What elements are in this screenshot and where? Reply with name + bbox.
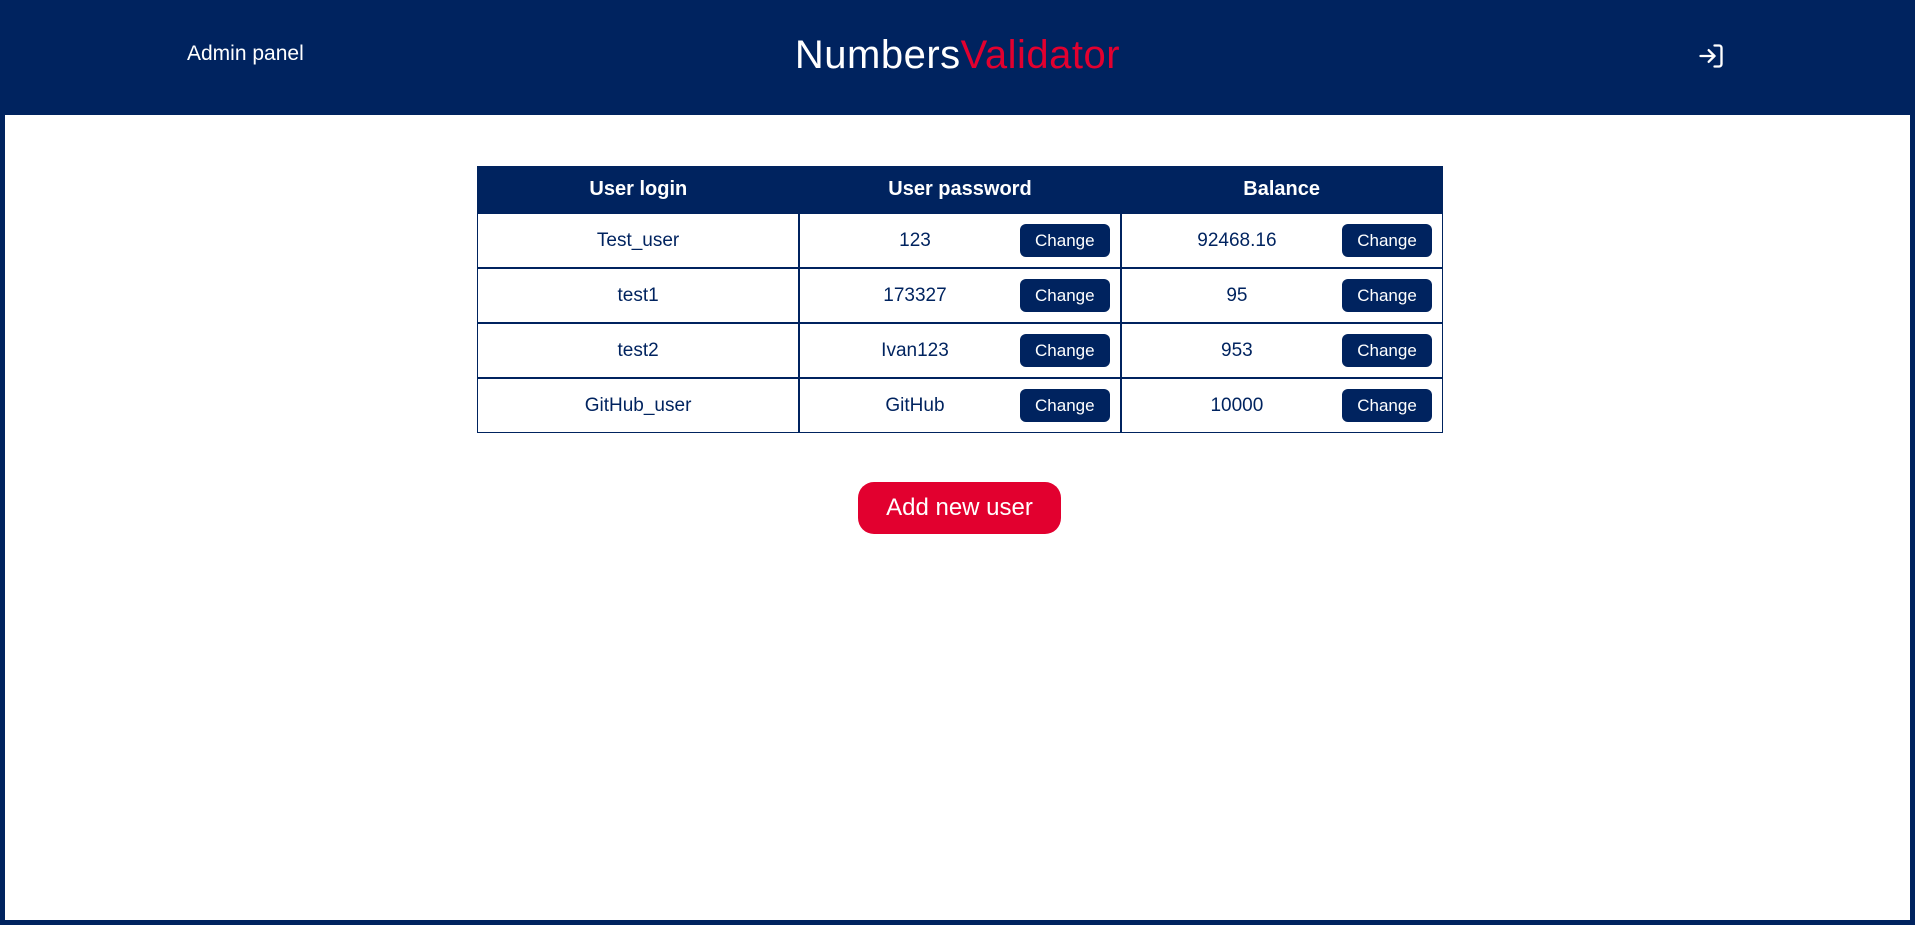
add-new-user-button[interactable]: Add new user <box>858 482 1061 534</box>
table-row: test1 173327 Change 95 Change <box>477 267 1443 324</box>
balance-value: 95 <box>1226 284 1248 306</box>
balance-cell: 95 Change <box>1119 267 1443 324</box>
user-login-cell: test1 <box>477 267 801 324</box>
table-row: test2 Ivan123 Change 953 Change <box>477 322 1443 379</box>
change-balance-button[interactable]: Change <box>1342 389 1432 422</box>
user-password-cell: 173327 Change <box>798 267 1122 324</box>
balance-cell: 953 Change <box>1119 322 1443 379</box>
user-password-cell: GitHub Change <box>798 377 1122 433</box>
balance-cell: 92468.16 Change <box>1119 212 1443 269</box>
user-login-cell: test2 <box>477 322 801 379</box>
user-password-value: 123 <box>899 229 931 251</box>
column-header-login: User login <box>477 166 800 214</box>
user-login-cell: Test_user <box>477 212 801 269</box>
app-frame: Admin panel NumbersValidator User login … <box>0 0 1915 925</box>
balance-cell: 10000 Change <box>1119 377 1443 433</box>
user-password-value: 173327 <box>883 284 947 306</box>
change-password-button[interactable]: Change <box>1019 334 1110 367</box>
change-password-button[interactable]: Change <box>1019 224 1110 257</box>
column-header-password: User password <box>798 166 1122 214</box>
user-login-cell: GitHub_user <box>477 377 801 433</box>
app-logo: NumbersValidator <box>0 33 1915 78</box>
change-balance-button[interactable]: Change <box>1342 334 1432 367</box>
balance-value: 953 <box>1221 339 1253 361</box>
user-password-cell: Ivan123 Change <box>798 322 1122 379</box>
sign-in-icon[interactable] <box>1697 42 1725 70</box>
brand-accent: Validator <box>960 33 1121 77</box>
change-balance-button[interactable]: Change <box>1342 279 1432 312</box>
change-password-button[interactable]: Change <box>1019 279 1110 312</box>
table-row: GitHub_user GitHub Change 10000 Change <box>477 377 1443 433</box>
user-password-value: Ivan123 <box>881 339 949 361</box>
user-password-cell: 123 Change <box>798 212 1122 269</box>
column-header-balance: Balance <box>1120 166 1443 214</box>
balance-value: 10000 <box>1210 394 1264 416</box>
top-header: Admin panel NumbersValidator <box>0 0 1915 115</box>
table-row: Test_user 123 Change 92468.16 Change <box>477 212 1443 269</box>
balance-value: 92468.16 <box>1197 229 1277 251</box>
table-header-row: User login User password Balance <box>477 166 1443 214</box>
change-password-button[interactable]: Change <box>1019 389 1110 422</box>
users-table: User login User password Balance Test_us… <box>477 166 1443 433</box>
brand-primary: Numbers <box>794 33 961 77</box>
user-password-value: GitHub <box>885 394 945 416</box>
change-balance-button[interactable]: Change <box>1342 224 1432 257</box>
